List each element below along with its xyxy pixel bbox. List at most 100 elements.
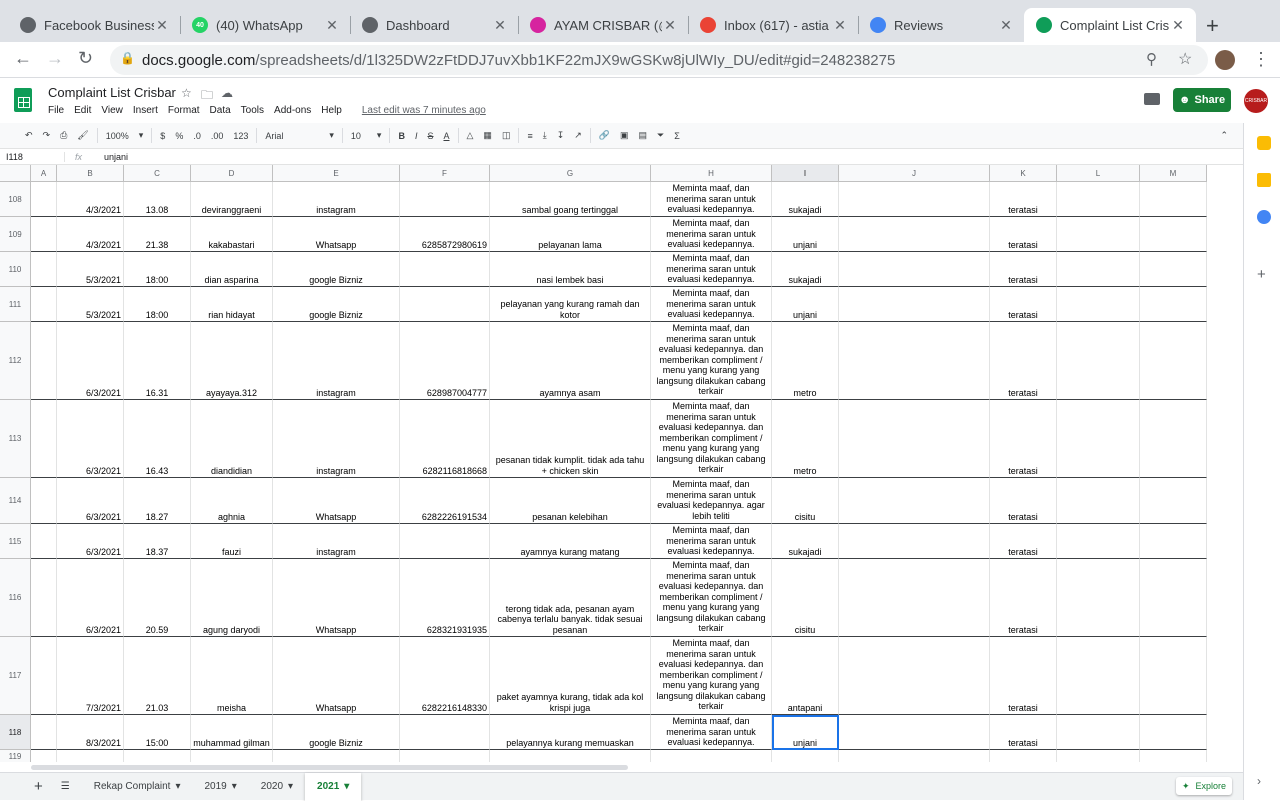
cell-d[interactable]: ayayaya.312 [191,322,273,400]
row-header[interactable]: 110 [0,252,31,287]
cell-b[interactable]: 6/3/2021 [57,478,124,524]
cell-h[interactable]: Meminta maaf, dan menerima saran untuk e… [651,478,772,524]
share-button[interactable]: ☻ Share [1173,88,1231,112]
row-header[interactable]: 115 [0,524,31,559]
font-size-select[interactable]: 10 [346,131,372,141]
cell-k[interactable]: teratasi [990,182,1057,217]
cell-a[interactable] [31,400,57,478]
cell-h[interactable]: Meminta maaf, dan menerima saran untuk e… [651,715,772,750]
cell-b[interactable]: 6/3/2021 [57,322,124,400]
vertical-align-icon[interactable]: ⤓ [538,130,552,141]
text-wrap-icon[interactable]: ↧ [552,130,570,141]
cell-g[interactable]: paket ayamnya kurang, tidak ada kol kris… [490,637,651,715]
cell-e[interactable] [273,750,400,762]
cell-a[interactable] [31,559,57,637]
cell-b[interactable]: 6/3/2021 [57,559,124,637]
close-tab-icon[interactable]: ✕ [324,17,340,34]
cell-i[interactable]: metro [772,322,839,400]
back-icon[interactable]: ← [14,48,32,69]
cell-k[interactable]: teratasi [990,637,1057,715]
browser-tab[interactable]: 40 (40) WhatsApp ✕ [180,8,350,42]
cell-m[interactable] [1140,750,1207,762]
collapse-toolbar-icon[interactable]: ⌃ [1215,130,1233,141]
sheet-tab[interactable]: 2020 ▾ [249,773,305,801]
browser-tab[interactable]: Reviews ✕ [858,8,1024,42]
profile-avatar[interactable] [1215,50,1235,70]
column-header[interactable]: G [490,165,651,182]
cell-d[interactable]: fauzi [191,524,273,559]
sheet-tab-dropdown-icon[interactable]: ▾ [232,781,237,792]
cell-e[interactable]: instagram [273,400,400,478]
cell-d[interactable]: deviranggraeni [191,182,273,217]
cell-b[interactable]: 6/3/2021 [57,524,124,559]
cell-k[interactable]: teratasi [990,217,1057,252]
cell-l[interactable] [1057,400,1140,478]
star-icon[interactable]: ☆ [181,86,192,100]
cell-f[interactable]: 6285872980619 [400,217,490,252]
sheet-tab-dropdown-icon[interactable]: ▾ [288,781,293,792]
select-all-corner[interactable] [0,165,31,182]
cell-l[interactable] [1057,217,1140,252]
cell-f[interactable]: 628321931935 [400,559,490,637]
row-header[interactable]: 111 [0,287,31,322]
cell-a[interactable] [31,182,57,217]
cell-i[interactable]: sukajadi [772,182,839,217]
cell-h[interactable]: Meminta maaf, dan menerima saran untuk e… [651,217,772,252]
cell-d[interactable]: agung daryodi [191,559,273,637]
cell-d[interactable]: meisha [191,637,273,715]
cell-a[interactable] [31,750,57,762]
cell-g[interactable]: sambal goang tertinggal [490,182,651,217]
cell-c[interactable]: 21.38 [124,217,191,252]
calendar-icon[interactable] [1257,136,1271,150]
sheet-tab-dropdown-icon[interactable]: ▾ [344,781,349,792]
cell-l[interactable] [1057,637,1140,715]
print-icon[interactable]: ⎙ [55,130,72,141]
account-avatar[interactable]: CRISBAR [1244,89,1268,113]
cell-f[interactable] [400,524,490,559]
cell-j[interactable] [839,559,990,637]
bookmark-star-icon[interactable]: ☆ [1178,49,1192,69]
cell-c[interactable]: 18:00 [124,252,191,287]
functions-icon[interactable]: Σ [669,131,685,141]
cell-k[interactable]: teratasi [990,559,1057,637]
font-dropdown-icon[interactable]: ▾ [324,130,339,141]
column-header[interactable]: L [1057,165,1140,182]
browser-tab[interactable]: Inbox (617) - astia ✕ [688,8,858,42]
row-header[interactable]: 116 [0,559,31,637]
close-tab-icon[interactable]: ✕ [492,17,508,34]
menu-item[interactable]: File [48,105,64,116]
cell-h[interactable]: Meminta maaf, dan menerima saran untuk e… [651,637,772,715]
more-formats-button[interactable]: 123 [228,131,253,141]
cell-m[interactable] [1140,252,1207,287]
insert-chart-icon[interactable]: ▤ [634,130,653,141]
cell-b[interactable]: 6/3/2021 [57,400,124,478]
cell-h[interactable] [651,750,772,762]
cell-f[interactable]: 6282226191534 [400,478,490,524]
cell-e[interactable]: instagram [273,182,400,217]
cell-m[interactable] [1140,322,1207,400]
cell-d[interactable]: dian asparina [191,252,273,287]
cell-g[interactable]: pelayanan yang kurang ramah dan kotor [490,287,651,322]
explore-button[interactable]: ✦ Explore [1176,777,1232,795]
cell-k[interactable]: teratasi [990,715,1057,750]
cell-i[interactable]: sukajadi [772,252,839,287]
cell-m[interactable] [1140,287,1207,322]
keep-icon[interactable] [1257,173,1271,187]
cell-j[interactable] [839,750,990,762]
cell-c[interactable]: 18:00 [124,287,191,322]
column-header[interactable]: I [772,165,839,182]
cell-c[interactable]: 15:00 [124,715,191,750]
cell-e[interactable]: google Bizniz [273,287,400,322]
column-header[interactable]: H [651,165,772,182]
cell-h[interactable]: Meminta maaf, dan menerima saran untuk e… [651,252,772,287]
cell-m[interactable] [1140,217,1207,252]
cell-f[interactable]: 6282216148330 [400,637,490,715]
cell-e[interactable]: Whatsapp [273,478,400,524]
row-header[interactable]: 108 [0,182,31,217]
close-tab-icon[interactable]: ✕ [154,17,170,34]
cell-b[interactable]: 8/3/2021 [57,715,124,750]
cell-b[interactable]: 4/3/2021 [57,182,124,217]
cell-d[interactable] [191,750,273,762]
close-tab-icon[interactable]: ✕ [832,17,848,34]
expand-panel-icon[interactable]: › [1257,774,1261,788]
